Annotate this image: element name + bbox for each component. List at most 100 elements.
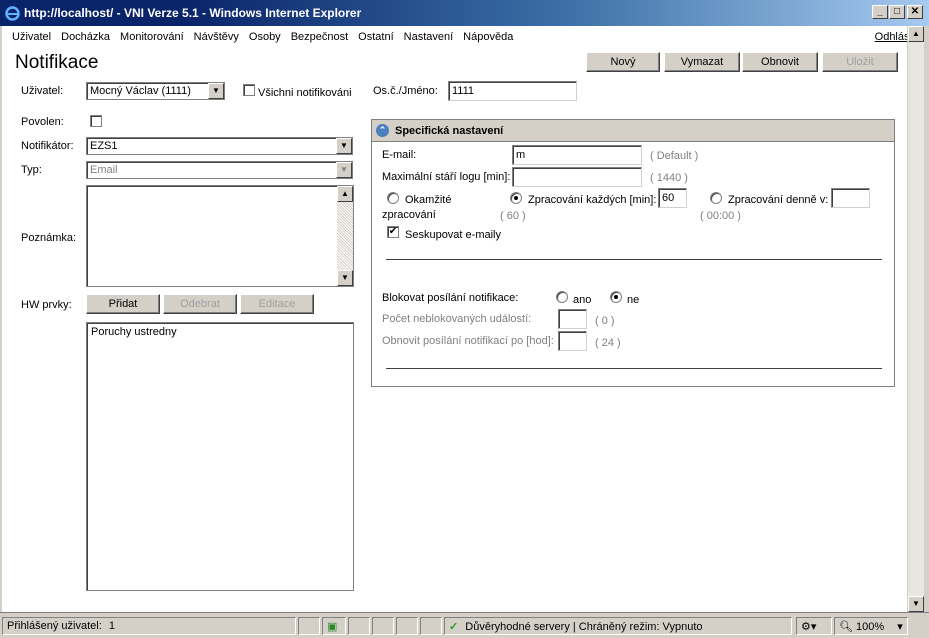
page-icon: ▣	[327, 621, 338, 633]
enabled-checkbox[interactable]	[90, 115, 102, 127]
status-user-value: 1	[108, 620, 115, 632]
unblocked-count-input[interactable]	[558, 309, 587, 329]
chevron-down-icon[interactable]: ▼	[336, 138, 352, 154]
close-button[interactable]: ✕	[907, 5, 923, 19]
email-label: E-mail:	[382, 149, 417, 161]
scroll-down-icon[interactable]: ▼	[908, 596, 924, 612]
type-select[interactable]: Email ▼	[86, 161, 353, 179]
chevron-down-icon[interactable]: ▼	[208, 83, 224, 99]
page-title: Notifikace	[15, 52, 99, 73]
ie-logo-icon	[5, 5, 20, 21]
status-user: Přihlášený uživatel: 1	[2, 617, 296, 635]
status-zone[interactable]: ✓ Důvěryhodné servery | Chráněný režim: …	[444, 617, 792, 635]
scroll-track[interactable]	[908, 42, 924, 596]
menu-item-navstevy[interactable]: Návštěvy	[194, 31, 239, 43]
scroll-up-icon[interactable]: ▲	[337, 186, 353, 202]
note-textarea[interactable]: ▲ ▼	[86, 185, 354, 287]
group-emails-checkbox[interactable]: ✔	[387, 226, 399, 238]
browser-window: http://localhost/ - VNI Verze 5.1 - Wind…	[0, 0, 929, 638]
enabled-label: Povolen:	[21, 116, 64, 128]
minimize-button[interactable]: _	[872, 5, 888, 19]
new-button[interactable]: Nový	[586, 52, 660, 72]
notifier-select[interactable]: EZS1 ▼	[86, 137, 353, 155]
status-cell	[298, 617, 320, 635]
menu-item-monitorovani[interactable]: Monitorování	[120, 31, 184, 43]
status-bar: Přihlášený uživatel: 1 ▣ ✓ Důvěryhodné s…	[0, 612, 929, 638]
panel-header[interactable]: ⌃ Specifická nastavení	[372, 120, 894, 142]
radio-immediate-label-2: zpracování	[382, 209, 436, 221]
block-yes-radio[interactable]	[556, 291, 568, 303]
title-bar: http://localhost/ - VNI Verze 5.1 - Wind…	[0, 0, 929, 26]
hw-add-button[interactable]: Přidat	[86, 294, 160, 314]
scroll-down-icon[interactable]: ▼	[337, 270, 353, 286]
block-no-radio[interactable]	[610, 291, 622, 303]
status-cell	[420, 617, 442, 635]
page-scrollbar[interactable]: ▲ ▼	[907, 26, 925, 612]
type-select-value: Email	[90, 164, 118, 176]
renew-label: Obnovit posílání notifikací po [hod]:	[382, 335, 554, 347]
window-title: http://localhost/ - VNI Verze 5.1 - Wind…	[24, 6, 362, 20]
all-notified-checkbox[interactable]	[243, 84, 255, 96]
note-scrollbar[interactable]: ▲ ▼	[337, 186, 353, 286]
maxage-label: Maximální stáří logu [min]:	[382, 171, 511, 183]
panel-title: Specifická nastavení	[395, 124, 504, 137]
notifier-label: Notifikátor:	[21, 140, 74, 152]
osc-input[interactable]: 1111	[448, 81, 577, 101]
unblocked-count-default: ( 0 )	[595, 315, 615, 327]
menu-item-nastaveni[interactable]: Nastavení	[404, 31, 454, 43]
status-user-label: Přihlášený uživatel:	[7, 620, 102, 632]
user-select[interactable]: Mocný Václav (1111) ▼	[86, 82, 225, 100]
radio-daily-input[interactable]	[831, 188, 870, 208]
refresh-button[interactable]: Obnovit	[742, 52, 818, 72]
menu-item-osoby[interactable]: Osoby	[249, 31, 281, 43]
chevron-down-icon[interactable]: ▼	[336, 162, 352, 178]
menu-item-ostatni[interactable]: Ostatní	[358, 31, 393, 43]
user-label: Uživatel:	[21, 85, 64, 97]
email-default: ( Default )	[650, 150, 699, 162]
user-select-value: Mocný Václav (1111)	[90, 85, 191, 97]
radio-immediate-label: Okamžité	[405, 194, 452, 206]
collapse-icon[interactable]: ⌃	[376, 124, 389, 137]
scroll-up-icon[interactable]: ▲	[908, 26, 924, 42]
hw-remove-button[interactable]: Odebrat	[163, 294, 237, 314]
osc-label: Os.č./Jméno:	[373, 85, 438, 97]
radio-immediate[interactable]	[387, 192, 399, 204]
radio-daily-default: ( 00:00 )	[700, 210, 741, 222]
email-input[interactable]: m	[512, 145, 642, 165]
status-cell	[372, 617, 394, 635]
menu-item-uzivatel[interactable]: Uživatel	[12, 31, 51, 43]
menu-item-napoveda[interactable]: Nápověda	[463, 31, 513, 43]
radio-daily-label: Zpracování denně v:	[728, 194, 829, 206]
status-cell	[348, 617, 370, 635]
settings-icon: ⚙▾	[801, 621, 817, 633]
radio-daily[interactable]	[710, 192, 722, 204]
specific-settings-panel: ⌃ Specifická nastavení E-mail: m ( Defau…	[371, 119, 895, 387]
radio-every[interactable]	[510, 192, 522, 204]
delete-button[interactable]: Vymazat	[664, 52, 740, 72]
list-item[interactable]: Poruchy ustredny	[91, 326, 349, 338]
hw-list[interactable]: Poruchy ustredny	[86, 322, 354, 591]
all-notified-label: Všichni notifikováni	[258, 87, 352, 99]
menu-item-bezpecnost[interactable]: Bezpečnost	[291, 31, 348, 43]
radio-every-input[interactable]: 60	[658, 188, 687, 208]
radio-every-label: Zpracování každých [min]:	[528, 194, 657, 206]
maximize-button[interactable]: □	[889, 5, 905, 19]
save-button[interactable]: Uložit	[822, 52, 898, 72]
divider	[386, 259, 882, 260]
hw-edit-button[interactable]: Editace	[240, 294, 314, 314]
menu-item-dochazka[interactable]: Docházka	[61, 31, 110, 43]
status-zone-text: Důvěryhodné servery | Chráněný režim: Vy…	[465, 621, 703, 633]
renew-input[interactable]	[558, 331, 587, 351]
notifier-select-value: EZS1	[90, 140, 118, 152]
unblocked-count-label: Počet neblokovaných událostí:	[382, 313, 532, 325]
maxage-input[interactable]	[512, 167, 642, 187]
group-emails-label: Seskupovat e-maily	[405, 229, 501, 241]
chevron-down-icon[interactable]: ▾	[897, 621, 903, 633]
protected-mode-button[interactable]: ⚙▾	[796, 617, 832, 635]
zoom-control[interactable]: 🔍︎ 100% ▾	[834, 617, 908, 635]
logout-link[interactable]: Odhlásit	[875, 31, 907, 43]
block-label: Blokovat posílání notifikace:	[382, 292, 519, 304]
checkmark-icon: ✓	[449, 621, 459, 633]
divider	[386, 368, 882, 369]
radio-every-default: ( 60 )	[500, 210, 526, 222]
